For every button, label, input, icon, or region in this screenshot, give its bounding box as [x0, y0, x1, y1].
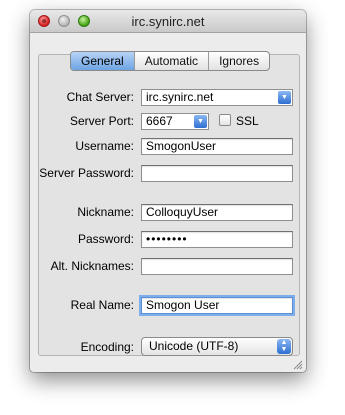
nickname-field[interactable]: ColloquyUser [141, 204, 293, 221]
encoding-label: Encoding: [80, 340, 134, 354]
window-title: irc.synirc.net [131, 14, 205, 29]
chevron-down-icon[interactable]: ▼ [278, 91, 291, 104]
server-port-label: Server Port: [69, 114, 134, 128]
resize-grip-icon[interactable] [293, 360, 303, 370]
nickname-label: Nickname: [77, 205, 134, 219]
password-label: Password: [77, 232, 134, 246]
encoding-popup[interactable]: Unicode (UTF-8) ▲ ▼ [141, 337, 293, 356]
tab-automatic[interactable]: Automatic [135, 52, 210, 70]
tab-general[interactable]: General [71, 52, 135, 70]
server-password-label: Server Password: [39, 166, 134, 180]
title-bar[interactable]: irc.synirc.net [30, 10, 306, 33]
username-field[interactable]: SmogonUser [141, 138, 293, 155]
password-field[interactable]: •••••••• [141, 231, 293, 248]
server-port-value: 6667 [146, 114, 173, 128]
real-name-field[interactable]: Smogon User [141, 297, 293, 314]
chat-server-value: irc.synirc.net [146, 90, 214, 104]
ssl-checkbox[interactable] [219, 114, 231, 126]
alt-nicknames-label: Alt. Nicknames: [50, 259, 134, 273]
chat-server-label: Chat Server: [66, 90, 134, 104]
server-password-field[interactable] [141, 165, 293, 182]
chevron-down-icon[interactable]: ▼ [194, 115, 207, 128]
up-down-arrows-icon[interactable]: ▲ ▼ [277, 339, 291, 354]
ssl-label: SSL [236, 114, 259, 128]
tab-bar: General Automatic Ignores [70, 51, 271, 71]
server-port-combo[interactable]: 6667 ▼ [141, 113, 209, 130]
alt-nicknames-field[interactable] [141, 258, 293, 275]
tab-ignores[interactable]: Ignores [209, 52, 269, 70]
chat-server-combo[interactable]: irc.synirc.net ▼ [141, 89, 293, 106]
username-label: Username: [75, 139, 134, 153]
real-name-label: Real Name: [70, 298, 134, 312]
encoding-value: Unicode (UTF-8) [149, 339, 239, 353]
